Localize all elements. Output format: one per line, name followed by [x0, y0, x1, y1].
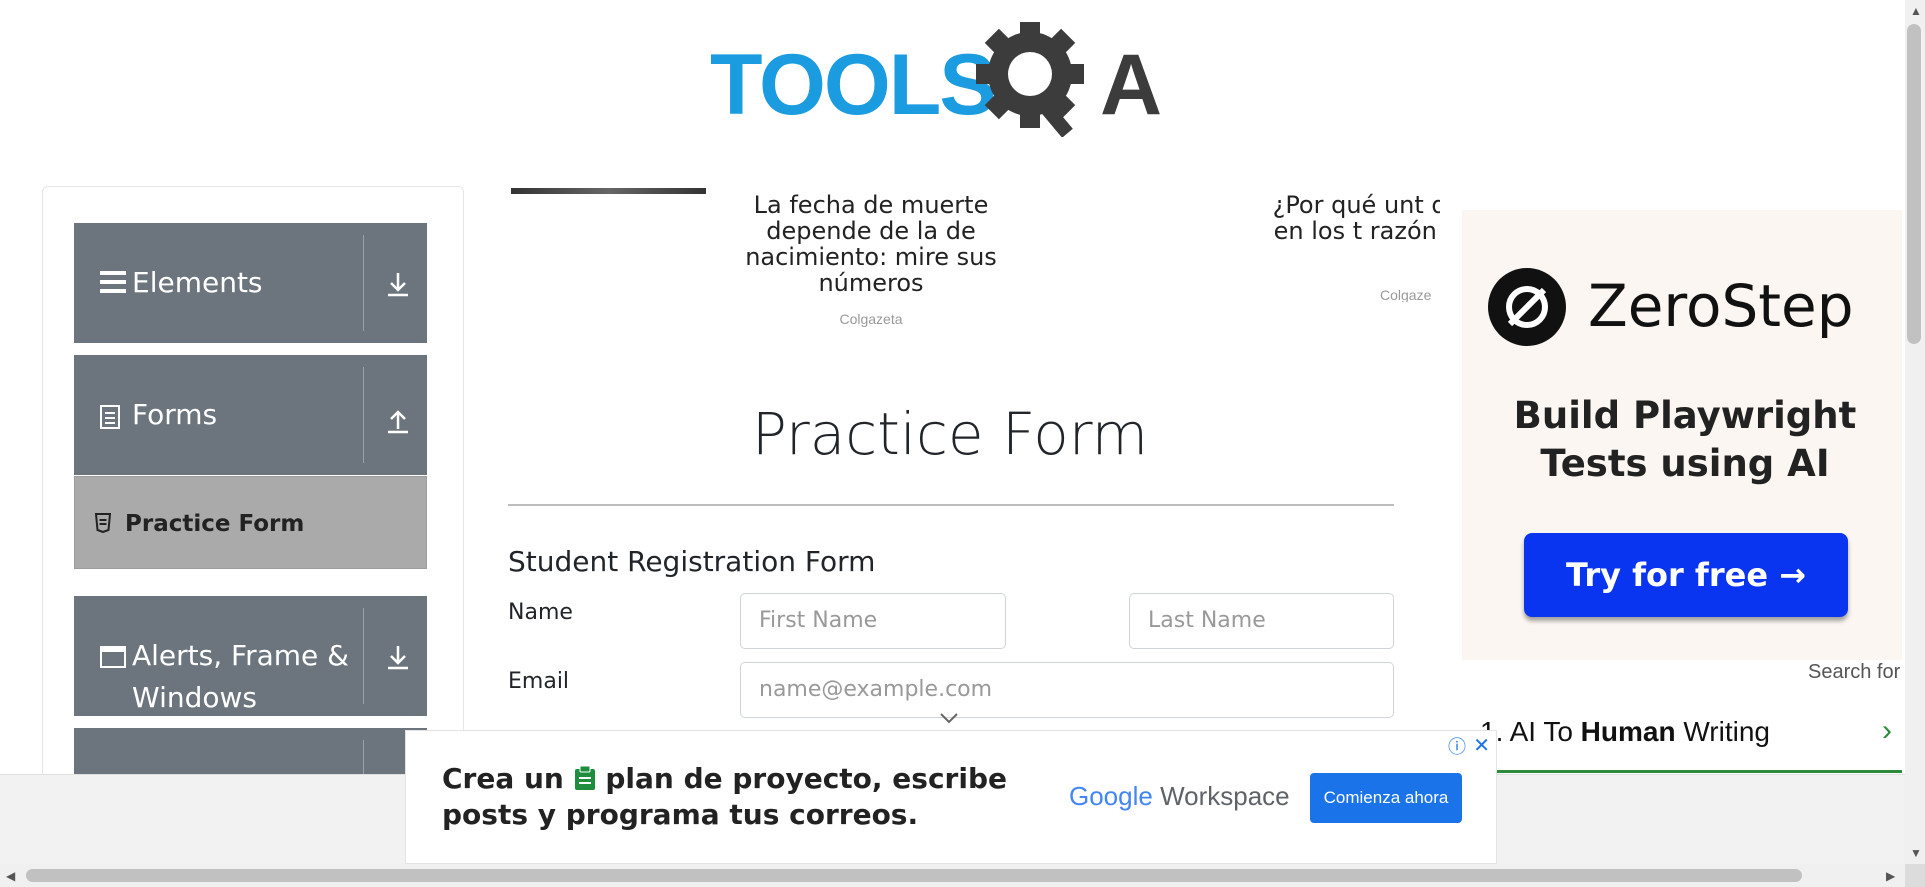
horizontal-scroll-thumb[interactable] — [26, 869, 1802, 882]
document-icon — [100, 405, 120, 429]
zerostep-tagline: Build Playwright Tests using AI — [1513, 394, 1857, 485]
window-icon — [100, 646, 126, 668]
hamburger-icon — [100, 271, 126, 293]
zerostep-brand: ZeroStep — [1588, 272, 1854, 340]
bottom-ad[interactable]: Crea un plan de proyecto, escribe posts … — [405, 730, 1497, 864]
try-for-free-button[interactable]: Try for free → — [1524, 533, 1848, 617]
sidebar-group-label: Elements — [132, 266, 263, 299]
comienza-ahora-button[interactable]: Comienza ahora — [1310, 773, 1462, 823]
scroll-up-icon[interactable]: ▲ — [1910, 4, 1922, 18]
carousel-title: ¿Por qué unt dental en los t razón te im — [1272, 192, 1440, 245]
vertical-scroll-thumb[interactable] — [1907, 24, 1921, 344]
ad-headline-part1b: plan de proyecto, escribe — [605, 762, 1007, 795]
sidebar-group-label: Alerts, Frame & — [132, 639, 350, 672]
sidebar-item-label: Practice Form — [125, 511, 305, 537]
first-name-input[interactable]: First Name — [740, 593, 1006, 649]
html5-icon — [95, 513, 111, 533]
scroll-down-icon[interactable]: ▼ — [1910, 846, 1922, 860]
sidebar-group-forms[interactable]: Forms — [74, 355, 427, 475]
carousel-card-2[interactable]: ¿Por qué unt dental en los t razón te im… — [1260, 192, 1440, 302]
scroll-right-icon[interactable]: ▶ — [1886, 869, 1895, 883]
carousel-title: La fecha de muerte depende de la de naci… — [745, 191, 997, 297]
carousel-source: Colgaze — [1380, 287, 1432, 302]
ad-headline-part1: Crea un — [442, 762, 564, 795]
ad-list-suffix: Writing — [1675, 716, 1770, 747]
last-name-input[interactable]: Last Name — [1129, 593, 1394, 649]
clipboard-icon — [574, 765, 595, 790]
download-arrow-icon — [388, 273, 408, 297]
form-subtitle: Student Registration Form — [508, 545, 876, 578]
chevron-right-icon: › — [1882, 714, 1892, 747]
logo-letter: A — [1100, 37, 1162, 133]
ad-headline-part2: posts y programa tus correos. — [442, 798, 919, 831]
email-label: Email — [508, 669, 570, 694]
sidebar-group-label-line2: Windows — [132, 681, 257, 714]
sidebar-item-practice-form[interactable]: Practice Form — [74, 476, 427, 569]
toolsqa-logo[interactable]: TOOLS A — [710, 22, 1200, 137]
google-workspace-logo: Google Workspace — [1069, 781, 1290, 812]
sidebar-group-label: Forms — [132, 398, 218, 431]
scrollbar-corner — [1905, 864, 1925, 887]
sidebar-group-alerts[interactable]: Alerts, Frame & Windows — [74, 596, 427, 716]
upload-arrow-icon — [388, 410, 408, 434]
chevron-down-icon[interactable] — [938, 710, 960, 726]
sidebar-group-elements[interactable]: Elements — [74, 223, 427, 343]
title-divider — [508, 504, 1394, 506]
logo-text: TOOLS — [710, 37, 995, 133]
name-label: Name — [508, 600, 573, 625]
page-title: Practice Form — [751, 400, 1149, 468]
carousel-source: Colgazeta — [839, 311, 903, 327]
carousel-card-1[interactable]: La fecha de muerte depende de la de naci… — [735, 192, 1007, 332]
close-icon[interactable]: ✕ — [1473, 733, 1490, 758]
ad-info-icon[interactable]: ⓘ — [1448, 733, 1466, 759]
ad-list-item[interactable]: 1. AI To Human Writing › — [1462, 700, 1902, 773]
email-input[interactable]: name@example.com — [740, 662, 1394, 718]
scroll-left-icon[interactable]: ◀ — [6, 869, 15, 883]
ad-list-bold: Human — [1580, 716, 1676, 747]
workspace-wordmark: Workspace — [1160, 781, 1290, 811]
carousel-thumbnail[interactable] — [511, 188, 706, 194]
download-arrow-icon — [388, 646, 408, 670]
google-wordmark: Google — [1069, 781, 1153, 811]
search-for-label: Search for — [1808, 661, 1901, 683]
zerostep-logo-icon — [1488, 268, 1566, 346]
